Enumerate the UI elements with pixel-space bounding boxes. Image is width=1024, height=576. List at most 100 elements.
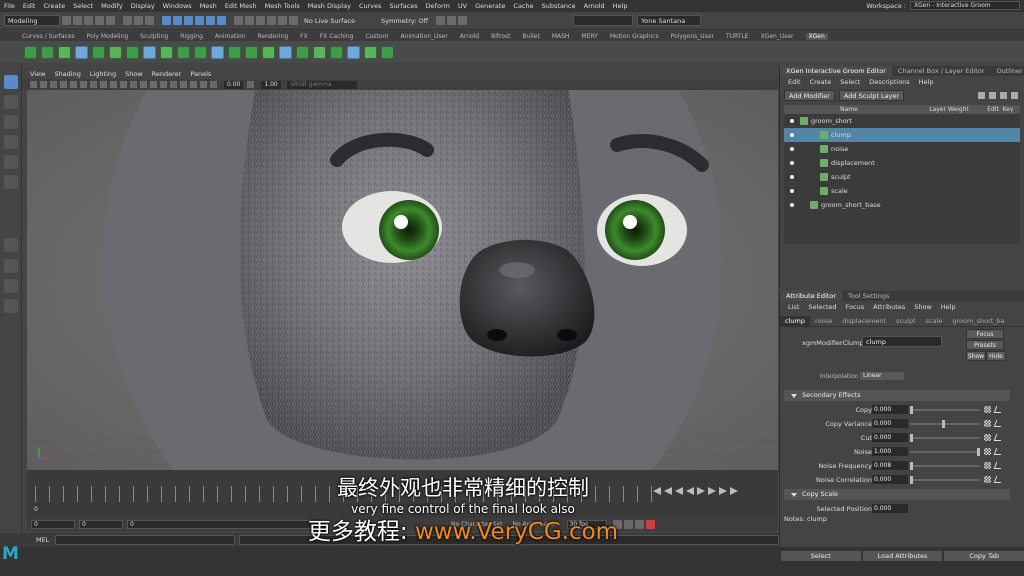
attr-slider-knob[interactable] xyxy=(977,448,980,456)
shelf-tab-sculpting[interactable]: Sculpting xyxy=(140,33,168,40)
layer-row[interactable]: clump xyxy=(784,128,1020,142)
redo-icon[interactable] xyxy=(106,16,115,25)
presets-button[interactable]: Presets xyxy=(966,340,1004,350)
exposure-icon[interactable] xyxy=(210,81,217,88)
move-description-icon[interactable] xyxy=(41,45,54,59)
camera-icon[interactable] xyxy=(30,81,37,88)
comb-brush-icon[interactable] xyxy=(75,45,88,59)
attr-value-field[interactable]: 0.000 xyxy=(872,504,908,513)
symmetry-label[interactable]: Symmetry: Off xyxy=(381,17,428,25)
lasso-tool-icon[interactable] xyxy=(4,95,18,109)
menu-mesh-display[interactable]: Mesh Display xyxy=(308,2,351,10)
smooth-brush-icon[interactable] xyxy=(143,45,156,59)
attr-slider[interactable] xyxy=(910,420,980,428)
grab-brush-icon[interactable] xyxy=(228,45,241,59)
bookmark-icon[interactable] xyxy=(50,81,57,88)
smooth-shade-icon[interactable] xyxy=(140,81,147,88)
menu-surfaces[interactable]: Surfaces xyxy=(390,2,418,10)
node-tab-noise[interactable]: noise xyxy=(810,316,837,327)
isolate-select-icon[interactable] xyxy=(190,81,197,88)
render-icon[interactable] xyxy=(245,16,254,25)
shelf-tab-bullet[interactable]: Bullet xyxy=(523,33,540,40)
layer-row[interactable]: scale xyxy=(784,184,1020,198)
menu-arnold[interactable]: Arnold xyxy=(584,2,605,10)
user-account[interactable]: Yone Santana xyxy=(637,15,702,26)
menu-substance[interactable]: Substance xyxy=(542,2,576,10)
shelf-tab-polygons-user[interactable]: Polygons_User xyxy=(671,33,714,40)
copy-icon[interactable] xyxy=(989,91,996,99)
shelf-tab-mery[interactable]: MERY xyxy=(581,33,597,40)
shelf-tab-animation[interactable]: Animation xyxy=(215,33,246,40)
expression-icon[interactable] xyxy=(993,420,1004,427)
xray-icon[interactable] xyxy=(200,81,207,88)
export-groom-icon[interactable] xyxy=(381,45,394,59)
clump-brush-icon[interactable] xyxy=(92,45,105,59)
ae-menu-attributes[interactable]: Attributes xyxy=(873,303,905,311)
menu-create[interactable]: Create xyxy=(43,2,65,10)
menu-windows[interactable]: Windows xyxy=(163,2,192,10)
groom-cache-icon[interactable] xyxy=(347,45,360,59)
texture-map-icon[interactable] xyxy=(984,462,991,469)
attr-value-field[interactable]: 0.008 xyxy=(872,461,908,470)
attr-slider[interactable] xyxy=(910,434,980,442)
layer-row[interactable]: displacement xyxy=(784,156,1020,170)
shelf-tab-turtle[interactable]: TURTLE xyxy=(726,33,749,40)
save-scene-icon[interactable] xyxy=(84,16,93,25)
noise-brush-icon[interactable] xyxy=(160,45,173,59)
attr-slider-knob[interactable] xyxy=(910,462,913,470)
shelf-tab-xgen-user[interactable]: XGen_User xyxy=(761,33,794,40)
expression-icon[interactable] xyxy=(993,476,1004,483)
viewport-menu-renderer[interactable]: Renderer xyxy=(152,70,182,78)
shelf-tab-mash[interactable]: MASH xyxy=(552,33,570,40)
attr-value-field[interactable]: 0.000 xyxy=(872,433,908,442)
outliner-layout-icon[interactable] xyxy=(4,299,18,313)
copy-tab-button[interactable]: Copy Tab xyxy=(943,550,1024,562)
node-tab-displacement[interactable]: displacement xyxy=(837,316,891,327)
field-chart-icon[interactable] xyxy=(110,81,117,88)
visibility-eye-icon[interactable] xyxy=(790,161,794,165)
attr-value-field[interactable]: 0.000 xyxy=(872,419,908,428)
snap-curve-icon[interactable] xyxy=(173,16,182,25)
menu-help[interactable]: Help xyxy=(613,2,628,10)
attr-slider[interactable] xyxy=(910,476,980,484)
show-button[interactable]: Show xyxy=(966,351,986,361)
select-component-icon[interactable] xyxy=(145,16,154,25)
menu-set-dropdown[interactable]: Modeling xyxy=(4,15,60,26)
twist-brush-icon[interactable] xyxy=(245,45,258,59)
xgen-menu-create[interactable]: Create xyxy=(810,78,832,86)
attr-value-field[interactable]: 0.000 xyxy=(872,475,908,484)
layer-row[interactable]: groom_short_base xyxy=(784,198,1020,212)
delete-icon[interactable] xyxy=(1011,91,1018,99)
select-tool-icon[interactable] xyxy=(4,75,18,89)
texture-map-icon[interactable] xyxy=(984,434,991,441)
modeling-toolkit-icon[interactable] xyxy=(447,16,457,25)
viewport-3d[interactable] xyxy=(27,90,778,470)
resolution-gate-icon[interactable] xyxy=(90,81,97,88)
attr-slider-knob[interactable] xyxy=(910,406,913,414)
node-tab-sculpt[interactable]: sculpt xyxy=(891,316,921,327)
visibility-eye-icon[interactable] xyxy=(790,175,794,179)
single-perspective-layout-icon[interactable] xyxy=(4,238,18,252)
undo-icon[interactable] xyxy=(95,16,104,25)
length-brush-icon[interactable] xyxy=(126,45,139,59)
attr-value-field[interactable]: 1.000 xyxy=(872,447,908,456)
add-sculpt-layer-button[interactable]: Add Sculpt Layer xyxy=(838,89,905,101)
wireframe-icon[interactable] xyxy=(130,81,137,88)
image-plane-icon[interactable] xyxy=(60,81,67,88)
menu-edit[interactable]: Edit xyxy=(23,2,36,10)
cut-brush-icon[interactable] xyxy=(109,45,122,59)
menu-select[interactable]: Select xyxy=(73,2,93,10)
width-brush-icon[interactable] xyxy=(262,45,275,59)
shelf-tab-animation-user[interactable]: Animation_User xyxy=(400,33,447,40)
paste-icon[interactable] xyxy=(1000,91,1007,99)
shelf-tab-bifrost[interactable]: Bifrost xyxy=(491,33,510,40)
new-scene-icon[interactable] xyxy=(62,16,71,25)
tab-attribute-editor[interactable]: Attribute Editor xyxy=(780,291,843,301)
viewport-menu-panels[interactable]: Panels xyxy=(190,70,211,78)
node-name-field[interactable]: clump xyxy=(862,336,942,347)
shelf-tab-fx[interactable]: FX xyxy=(300,33,308,40)
viewport-menu-lighting[interactable]: Lighting xyxy=(90,70,116,78)
menu-display[interactable]: Display xyxy=(131,2,155,10)
interactive-groom-editor-icon[interactable] xyxy=(330,45,343,59)
menu-curves[interactable]: Curves xyxy=(359,2,382,10)
